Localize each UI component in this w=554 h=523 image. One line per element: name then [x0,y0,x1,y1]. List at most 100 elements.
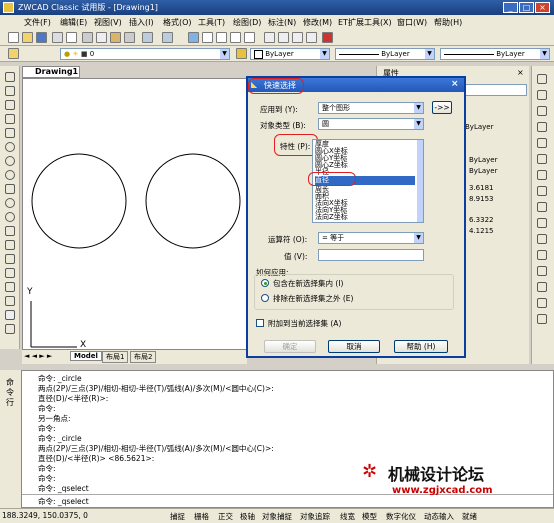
table-icon[interactable] [5,296,15,306]
status-otrack[interactable]: 对象追踪 [300,511,330,522]
menu-window[interactable]: 窗口(W) [397,17,427,28]
polyline-icon[interactable] [5,100,15,110]
zoom-realtime-icon[interactable] [202,32,213,43]
join-icon[interactable] [537,314,547,324]
erase-icon[interactable] [537,74,547,84]
offset-icon[interactable] [537,122,547,132]
stretch-icon[interactable] [537,202,547,212]
trim-icon[interactable] [537,218,547,228]
insert-block-icon[interactable] [5,226,15,236]
spline-icon[interactable] [5,184,15,194]
zoom-window-icon[interactable] [216,32,227,43]
select-objects-button[interactable]: ->> [432,101,452,114]
status-lineweight[interactable]: 线宽 [340,511,355,522]
make-block-icon[interactable] [5,240,15,250]
layer-combo[interactable]: ● ☀ ■ 0 ▼ [60,48,230,60]
status-snap[interactable]: 捕捉 [170,511,185,522]
circle-icon[interactable] [5,156,15,166]
status-ortho[interactable]: 正交 [218,511,233,522]
tab-layout2[interactable]: 布局2 [130,351,157,363]
new-file-icon[interactable] [8,32,19,43]
mtext-icon[interactable] [5,310,15,320]
paste-icon[interactable] [110,32,121,43]
properties-icon[interactable] [264,32,275,43]
menu-draw[interactable]: 绘图(D) [233,17,261,28]
lineweight-combo[interactable]: ByLayer ▼ [440,48,550,60]
fillet-icon[interactable] [537,282,547,292]
copy-icon[interactable] [96,32,107,43]
explode-icon[interactable] [537,298,547,308]
menu-help[interactable]: 帮助(H) [434,17,462,28]
cut-icon[interactable] [82,32,93,43]
ray-icon[interactable] [5,86,15,96]
radio-include[interactable] [261,279,269,287]
arc-icon[interactable] [5,142,15,152]
redo-icon[interactable] [162,32,173,43]
drawing-canvas[interactable]: Y X [22,78,247,350]
print-icon[interactable] [52,32,63,43]
extend-icon[interactable] [537,234,547,244]
open-file-icon[interactable] [22,32,33,43]
rectangle-icon[interactable] [5,128,15,138]
menu-view[interactable]: 视图(V) [94,17,122,28]
help-button[interactable]: 帮助 (H) [394,340,448,353]
status-digitizer[interactable]: 数字化仪 [386,511,416,522]
object-type-select[interactable]: 圆 ▼ [318,118,424,130]
save-icon[interactable] [36,32,47,43]
tab-layout1[interactable]: 布局1 [102,351,129,363]
zoom-extents-icon[interactable] [244,32,255,43]
ok-button[interactable]: 确定 [264,340,316,353]
apply-to-select[interactable]: 整个图形 ▼ [318,102,424,114]
undo-icon[interactable] [142,32,153,43]
menu-insert[interactable]: 插入(I) [129,17,154,28]
status-model[interactable]: 模型 [362,511,377,522]
maximize-button[interactable]: □ [519,2,534,13]
status-dynamic-input[interactable]: 动态输入 [424,511,454,522]
point-icon[interactable] [5,254,15,264]
make-current-layer-icon[interactable] [236,48,247,59]
mirror-icon[interactable] [537,106,547,116]
tab-nav-arrows[interactable]: ◄ ◄ ► ► [24,352,52,360]
match-properties-icon[interactable] [124,32,135,43]
move-icon[interactable] [537,154,547,164]
image-icon[interactable] [5,324,15,334]
status-grid[interactable]: 栅格 [194,511,209,522]
menu-et-tools[interactable]: ET扩展工具(X) [338,17,392,28]
append-label[interactable]: 附加到当前选择集 (A) [268,318,341,329]
donut-icon[interactable] [5,170,15,180]
chamfer-icon[interactable] [537,266,547,276]
list-scrollbar[interactable] [417,140,423,222]
ellipse-icon[interactable] [5,198,15,208]
calculator-icon[interactable] [306,32,317,43]
command-window[interactable]: 命令: _circle 两点(2P)/三点(3P)/相切-相切-半径(T)/弧线… [21,370,554,508]
list-item[interactable]: 法向Z坐标 [315,213,415,222]
circle-entity[interactable] [31,153,127,249]
circle-entity[interactable] [145,153,241,249]
radio-exclude[interactable] [261,294,269,302]
status-osnap[interactable]: 对象捕捉 [262,511,292,522]
minimize-button[interactable]: _ [503,2,518,13]
design-center-icon[interactable] [278,32,289,43]
layer-manager-icon[interactable] [8,48,19,59]
hatch-icon[interactable] [5,268,15,278]
pan-icon[interactable] [188,32,199,43]
cancel-button[interactable]: 取消 [328,340,380,353]
color-combo[interactable]: ByLayer ▼ [250,48,330,60]
line-icon[interactable] [5,72,15,82]
scale-icon[interactable] [537,186,547,196]
operator-select[interactable]: = 等于 ▼ [318,232,424,244]
menu-dimension[interactable]: 标注(N) [268,17,296,28]
print-preview-icon[interactable] [66,32,77,43]
menu-file[interactable]: 文件(F) [24,17,51,28]
status-polar[interactable]: 极轴 [240,511,255,522]
menu-format[interactable]: 格式(O) [163,17,192,28]
close-icon[interactable]: × [517,68,524,77]
array-icon[interactable] [537,138,547,148]
dialog-close-icon[interactable]: × [451,79,459,89]
menu-modify[interactable]: 修改(M) [303,17,332,28]
zoom-previous-icon[interactable] [230,32,241,43]
radio-exclude-label[interactable]: 排除在新选择集之外 (E) [273,293,353,304]
tab-model[interactable]: Model [70,351,102,361]
menu-edit[interactable]: 编辑(E) [60,17,87,28]
close-button[interactable]: × [535,2,550,13]
